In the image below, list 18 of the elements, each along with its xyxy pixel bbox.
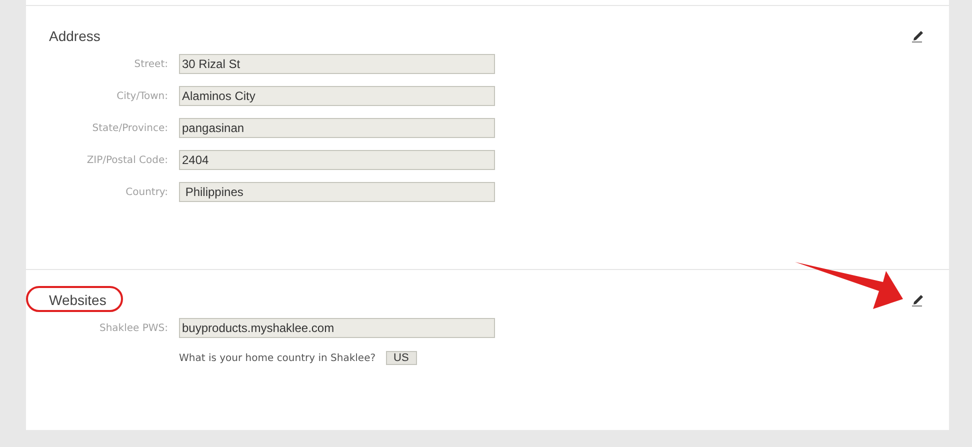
- field-label: State/Province:: [91, 122, 168, 134]
- field-label: Street:: [133, 58, 168, 70]
- edit-icon[interactable]: [911, 293, 925, 307]
- field-label: Shaklee PWS:: [98, 322, 168, 334]
- country-value: US: [386, 351, 417, 365]
- edit-icon[interactable]: [911, 29, 925, 43]
- input-field[interactable]: buyproducts.myshaklee.com: [179, 318, 495, 338]
- input-field[interactable]: 2404: [179, 150, 495, 170]
- input-field[interactable]: Philippines: [179, 182, 495, 202]
- field-label: City/Town:: [116, 90, 168, 102]
- field-label: ZIP/Postal Code:: [86, 154, 168, 166]
- section-title: Address: [49, 28, 100, 44]
- input-field[interactable]: 30 Rizal St: [179, 54, 495, 74]
- input-field[interactable]: Alaminos City: [179, 86, 495, 106]
- section-title: Websites: [49, 292, 106, 308]
- input-field[interactable]: pangasinan: [179, 118, 495, 138]
- question-text: What is your home country in Shaklee?: [179, 352, 376, 364]
- field-label: Country:: [124, 186, 168, 198]
